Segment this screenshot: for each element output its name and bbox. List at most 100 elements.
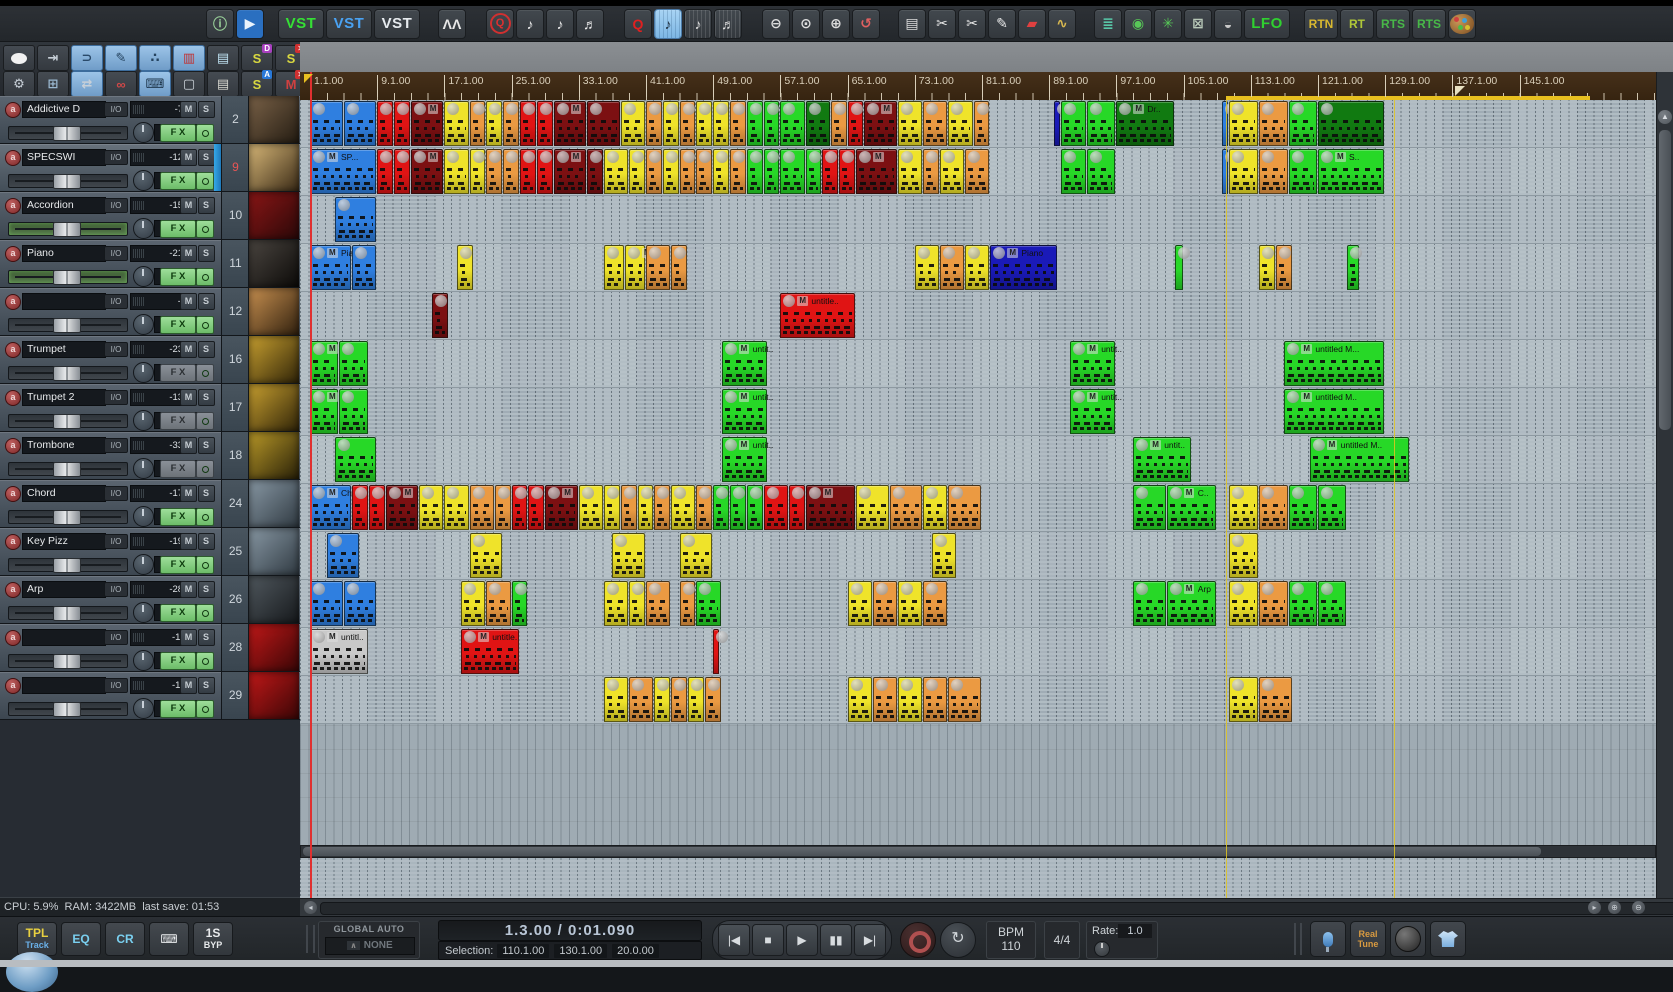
timeline-ruler[interactable]: 1.1.00 9.1.00 17.1.00 25.1.00 33.1.00 41.1.00… [300,72,1656,101]
media-item-yellow[interactable] [1259,245,1275,290]
fx-button[interactable]: F X [160,268,196,286]
bypass-button[interactable]: 1S BYP [193,921,233,956]
arrange-row-track-16[interactable]: Muntit..Muntit..Muntit..Muntitled M... [300,340,1656,388]
media-item-green[interactable] [746,101,763,146]
zoom-all-icon[interactable]: ⊙ [792,8,820,39]
media-item-yellow[interactable] [604,485,620,530]
zoom-in-icon[interactable]: ⊕ [822,8,850,39]
io-routing-button[interactable]: I/O [104,198,128,213]
note-sixteenth-icon[interactable]: ♬ [576,8,604,39]
global-auto-mode[interactable]: ∧ NONE [325,937,415,955]
media-item-red[interactable] [822,149,839,194]
track-row-26[interactable]: aArpI/O-28.6MScenterF X26 [0,576,300,624]
arrange-row-track-2[interactable]: M M M M Dr.. [300,100,1656,148]
horizontal-scrollbar[interactable] [300,845,1656,858]
media-item-yellow[interactable] [662,149,679,194]
media-item-yellow[interactable] [1228,101,1259,146]
media-item-yellow[interactable] [629,149,645,194]
pan-knob[interactable] [133,506,154,527]
media-item-blue[interactable] [352,245,377,290]
horizontal-scrollbar-2[interactable]: ◂ ▸ ⊕ ⊖ [300,898,1673,916]
performance-monitor-icon[interactable]: ⓘ [206,8,234,39]
media-item-yellow[interactable] [654,677,671,722]
scrollbar-handle[interactable] [303,847,1541,856]
media-item-red[interactable] [520,149,536,194]
media-item-darkred[interactable]: M [385,485,419,530]
metering-icon[interactable]: ▥ [173,45,205,71]
media-item-red[interactable] [536,101,553,146]
pan-knob[interactable] [133,458,154,479]
media-item-red[interactable] [394,149,410,194]
scroll-left-button[interactable]: ◂ [304,901,317,914]
media-item-yellow[interactable] [444,101,469,146]
media-item-darkgreen[interactable] [805,101,830,146]
bpm-box[interactable]: BPM 110 [986,921,1036,959]
fx-button[interactable]: F X [160,316,196,334]
fx-power-button[interactable] [196,460,214,478]
media-item-orange[interactable] [696,149,713,194]
media-item-yellow[interactable] [923,485,948,530]
media-item-green[interactable] [335,437,377,482]
fx-button[interactable]: F X [160,652,196,670]
media-item-blue[interactable] [310,101,343,146]
volume-slider-handle[interactable] [53,222,81,237]
track-row-24[interactable]: aChordI/O-17.5MScenterF X24 [0,480,300,528]
media-item-orange[interactable] [730,149,746,194]
media-item-orange[interactable] [1259,581,1288,626]
arrange-empty-area[interactable] [300,724,1656,845]
edit-cursor-flag[interactable] [304,74,313,83]
volume-slider-handle[interactable] [53,558,81,573]
io-routing-button[interactable]: I/O [104,342,128,357]
media-item-green[interactable]: Muntit.. [721,437,773,482]
pan-knob[interactable] [133,170,154,191]
arrange-row-track-29[interactable] [300,676,1656,724]
media-item-orange[interactable] [704,677,721,722]
zoom-undo-icon[interactable]: ↺ [852,8,880,39]
pan-knob[interactable] [133,554,154,575]
solo-button[interactable]: S [197,341,215,358]
media-item-green[interactable]: Muntitled M.. [1284,389,1385,434]
media-item-yellow[interactable] [1228,581,1259,626]
microphone-button[interactable] [1310,921,1346,957]
mute-button[interactable]: M [180,197,197,214]
solo-button[interactable]: S [197,245,215,262]
quantize-q-icon[interactable]: Q [624,8,652,39]
arrange-row-track-12[interactable]: Muntitle.. [300,292,1656,340]
volume-slider-handle[interactable] [53,270,81,285]
media-item-green[interactable]: Muntit.. [1070,341,1122,386]
track-name-field[interactable]: SPECSWI [22,149,106,166]
fx-power-button[interactable] [196,508,214,526]
media-item-orange[interactable] [1259,101,1288,146]
media-item-red[interactable] [528,485,545,530]
media-item-darkgreen[interactable]: M Dr.. [1116,101,1175,146]
fx-power-button[interactable] [196,652,214,670]
media-item-yellow[interactable] [620,101,645,146]
go-to-end-button[interactable]: ▶| [854,924,886,956]
media-item-red[interactable]: Muntitle.. [780,293,855,338]
arrange-row-track-18[interactable]: Muntit.. Muntit.. Muntitled M.. [300,436,1656,484]
volume-slider[interactable] [8,702,128,717]
media-item-yellow[interactable] [847,581,872,626]
fx-button[interactable]: F X [160,220,196,238]
media-item-yellow[interactable] [898,581,923,626]
media-item-darkred[interactable]: M [553,149,587,194]
media-item-orange[interactable] [486,149,503,194]
zoom-out-button[interactable]: ⊖ [1632,901,1645,914]
media-item-orange[interactable] [679,101,696,146]
media-item-yellow[interactable] [1228,533,1259,578]
vst-white-button[interactable]: VST [374,8,420,39]
mute-button[interactable]: M [180,629,197,646]
playrate-box[interactable]: Rate: 1.0 [1086,921,1158,959]
media-item-orange[interactable] [965,149,990,194]
media-item-yellow[interactable] [940,149,965,194]
media-item-green[interactable] [780,149,805,194]
note-eighth-icon-2[interactable]: ♪ [546,8,574,39]
arrange-row-track-10[interactable] [300,196,1656,244]
selection-length-value[interactable]: 20.0.00 [612,943,659,958]
pan-knob[interactable] [133,698,154,719]
volume-slider-handle[interactable] [53,606,81,621]
selection-display[interactable]: Selection: 110.1.00 130.1.00 20.0.00 [438,941,702,960]
mute-button[interactable]: M [180,533,197,550]
pan-knob[interactable] [133,122,154,143]
media-item-yellow[interactable] [1228,485,1259,530]
